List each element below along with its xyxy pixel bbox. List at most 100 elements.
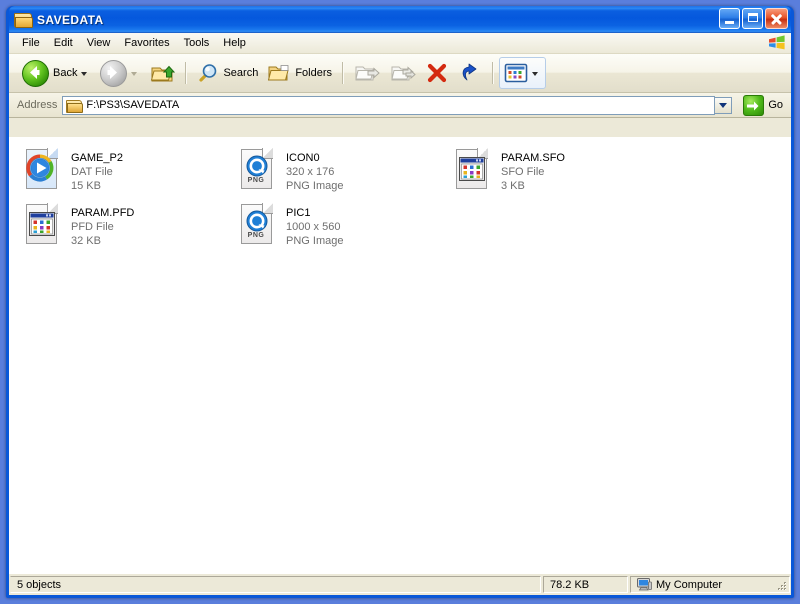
menu-bar: File Edit View Favorites Tools Help: [9, 33, 791, 54]
file-name: ICON0: [286, 152, 320, 164]
file-type: DAT File: [71, 166, 113, 178]
address-dropdown-button[interactable]: [715, 96, 733, 114]
list-item[interactable]: PNG ICON0 320 x 176 PNG Image: [232, 146, 447, 201]
status-size: 78.2 KB: [550, 578, 590, 591]
file-size: 3 KB: [501, 180, 525, 192]
folders-icon: [268, 65, 289, 81]
file-size: 32 KB: [71, 235, 101, 247]
png-image-file-icon: PNG: [240, 203, 276, 246]
minimize-button[interactable]: [719, 8, 740, 29]
address-bar: Address F:\PS3\SAVEDATA Go: [9, 93, 791, 118]
menu-help[interactable]: Help: [216, 35, 253, 51]
file-name: PARAM.SFO: [501, 152, 565, 164]
resize-grip[interactable]: [773, 576, 789, 593]
list-item[interactable]: PNG PIC1 1000 x 560 PNG Image: [232, 201, 447, 256]
delete-button[interactable]: [421, 57, 453, 89]
list-item[interactable]: GAME_P2 DAT File 15 KB: [17, 146, 232, 201]
close-button[interactable]: [765, 8, 788, 29]
forward-arrow-icon: [100, 59, 128, 87]
file-dimensions: 1000 x 560: [286, 221, 341, 233]
views-icon: [504, 63, 528, 83]
file-name: GAME_P2: [71, 152, 123, 164]
back-arrow-icon: [22, 59, 49, 87]
search-button[interactable]: Search: [192, 57, 263, 89]
menu-file[interactable]: File: [15, 35, 47, 51]
copy-to-folder-icon: [391, 66, 416, 81]
toolbar-separator: [185, 62, 188, 84]
menu-tools[interactable]: Tools: [177, 35, 217, 51]
file-type: PNG Image: [286, 235, 344, 247]
forward-dropdown-icon: [131, 72, 138, 76]
up-button[interactable]: [145, 57, 180, 89]
menu-edit[interactable]: Edit: [47, 35, 80, 51]
toolbar-separator-3: [492, 62, 495, 84]
list-item[interactable]: PARAM.PFD PFD File 32 KB: [17, 201, 232, 256]
media-player-file-icon: [25, 148, 61, 191]
views-button[interactable]: [499, 57, 547, 89]
window-title: SAVEDATA: [37, 12, 104, 27]
folder-icon: [66, 99, 84, 113]
status-location: My Computer: [656, 578, 723, 591]
undo-arrow-icon: [462, 63, 477, 81]
go-button[interactable]: Go: [739, 93, 787, 118]
magnifier-icon: [199, 64, 217, 82]
status-bar: 5 objects 78.2 KB My Computer: [9, 573, 791, 595]
status-objects: 5 objects: [17, 578, 62, 591]
copy-to-button: [385, 57, 421, 89]
file-meta: PARAM.PFD PFD File 32 KB: [71, 204, 134, 248]
png-image-file-icon: PNG: [240, 148, 276, 191]
toolbar-separator-2: [342, 62, 345, 84]
windows-flag-icon: [769, 35, 785, 50]
go-label: Go: [768, 99, 783, 111]
back-button[interactable]: Back: [17, 57, 95, 89]
file-dimensions: 320 x 176: [286, 166, 335, 178]
red-x-icon: [427, 63, 447, 83]
list-item[interactable]: PARAM.SFO SFO File 3 KB: [447, 146, 662, 201]
title-bar[interactable]: SAVEDATA: [9, 6, 791, 33]
file-meta: PIC1 1000 x 560 PNG Image: [286, 204, 343, 248]
file-type: PNG Image: [286, 180, 344, 192]
folder-icon: [14, 12, 33, 28]
toolbar: Back Search Folders: [9, 54, 791, 93]
window-client-area: File Edit View Favorites Tools Help Back…: [9, 33, 791, 595]
menu-view[interactable]: View: [80, 35, 118, 51]
views-dropdown-icon[interactable]: [532, 72, 539, 76]
generic-application-file-icon: [455, 148, 491, 191]
chevron-down-icon: [719, 102, 728, 108]
file-name: PARAM.PFD: [71, 207, 135, 219]
move-to-button: [349, 57, 385, 89]
file-meta: PARAM.SFO SFO File 3 KB: [501, 149, 565, 193]
file-name: PIC1: [286, 207, 311, 219]
undo-button[interactable]: [453, 57, 487, 89]
folders-label: Folders: [295, 67, 333, 79]
up-folder-icon: [151, 65, 176, 82]
folders-button[interactable]: Folders: [263, 57, 337, 89]
explorer-window: SAVEDATA File Edit View Favorites Tools …: [6, 6, 794, 598]
file-grid: GAME_P2 DAT File 15 KB PNG ICON0 320 x 1…: [17, 146, 791, 256]
file-meta: ICON0 320 x 176 PNG Image: [286, 149, 343, 193]
forward-button: [95, 57, 145, 89]
go-arrow-icon: [743, 94, 765, 116]
png-label: PNG: [247, 177, 265, 184]
menu-favorites[interactable]: Favorites: [117, 35, 176, 51]
file-list-pane[interactable]: GAME_P2 DAT File 15 KB PNG ICON0 320 x 1…: [9, 137, 791, 573]
file-type: PFD File: [71, 221, 114, 233]
file-type: SFO File: [501, 166, 545, 178]
png-label: PNG: [247, 232, 265, 239]
status-size-pane: 78.2 KB: [543, 576, 628, 593]
generic-application-file-icon: [25, 203, 61, 246]
search-label: Search: [223, 67, 259, 79]
maximize-button[interactable]: [742, 8, 763, 29]
file-meta: GAME_P2 DAT File 15 KB: [71, 149, 123, 193]
my-computer-icon: [637, 578, 652, 591]
address-label: Address: [17, 99, 58, 111]
address-input[interactable]: F:\PS3\SAVEDATA: [62, 95, 716, 115]
move-to-folder-icon: [355, 66, 380, 81]
status-objects-pane: 5 objects: [10, 576, 541, 593]
window-controls: [719, 8, 788, 29]
back-dropdown-icon[interactable]: [81, 72, 88, 76]
address-value: F:\PS3\SAVEDATA: [86, 99, 180, 111]
file-size: 15 KB: [71, 180, 101, 192]
status-location-pane: My Computer: [630, 576, 790, 593]
back-label: Back: [53, 67, 78, 79]
